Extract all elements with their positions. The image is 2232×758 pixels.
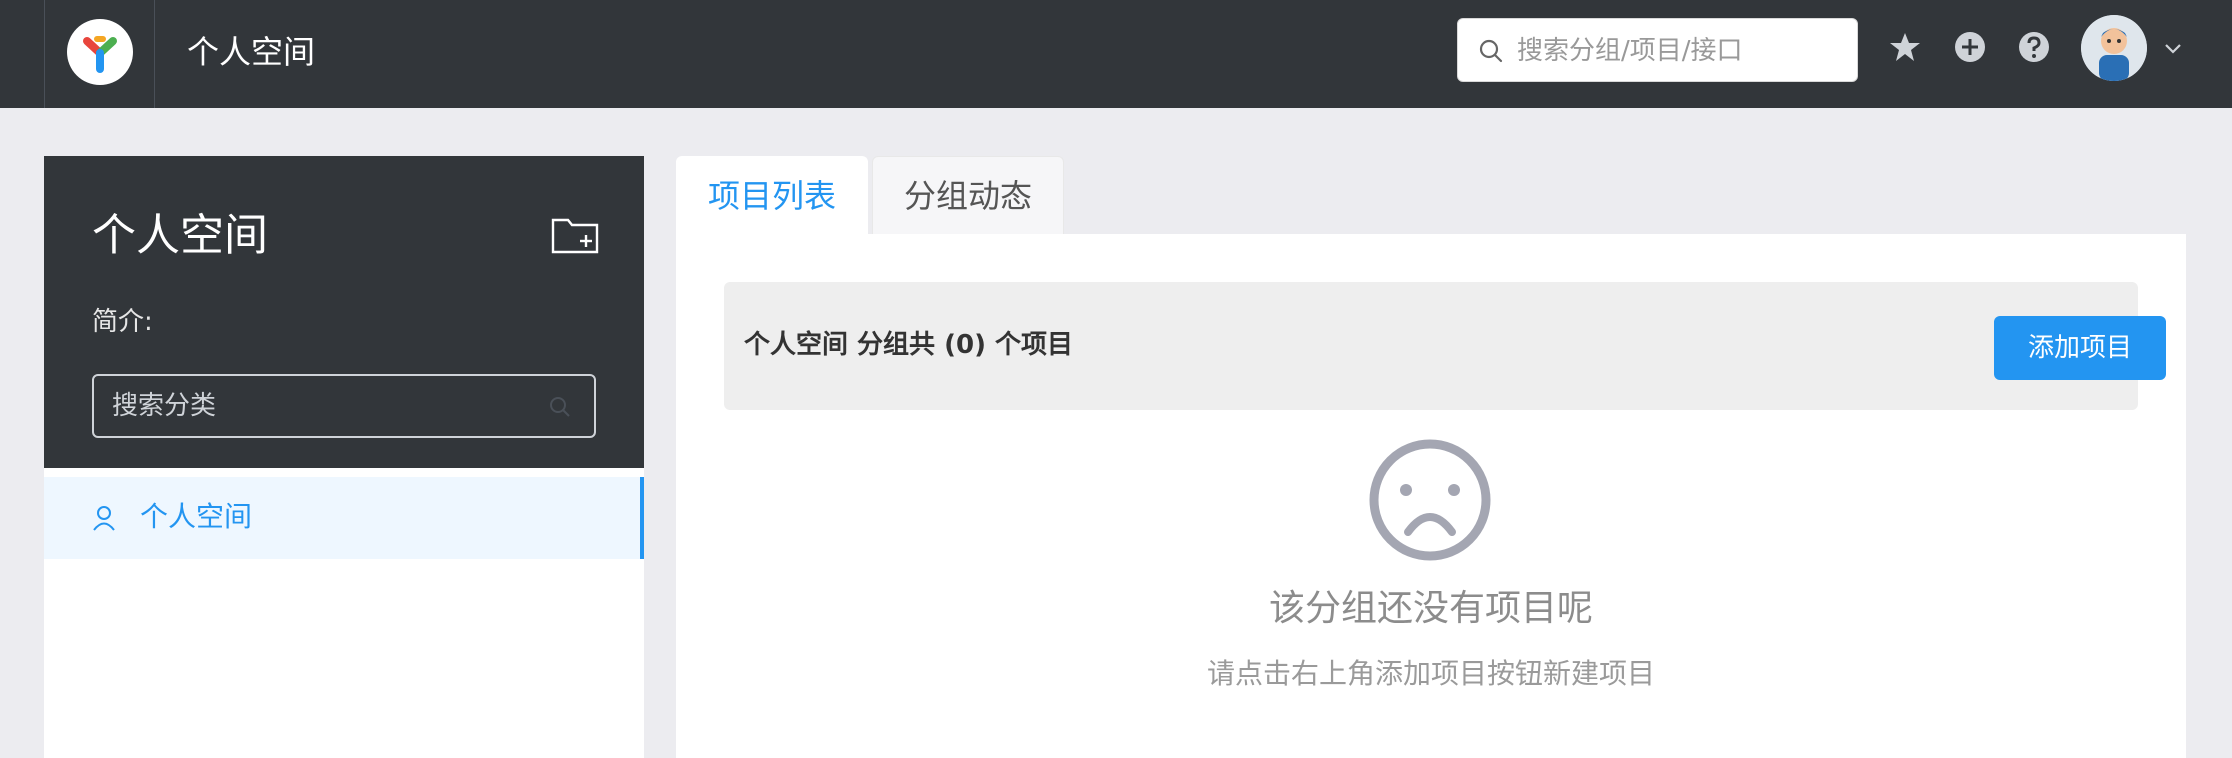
- star-icon[interactable]: [1888, 30, 1922, 64]
- search-icon: [1479, 39, 1503, 63]
- help-icon[interactable]: [2017, 30, 2051, 64]
- avatar[interactable]: [2081, 15, 2147, 81]
- add-circle-icon[interactable]: [1953, 30, 1987, 64]
- group-intro-label: 简介:: [92, 307, 153, 337]
- project-summary-bar: 个人空间 分组共 (0) 个项目 添加项目: [724, 282, 2166, 410]
- empty-state-title: 该分组还没有项目呢: [1268, 588, 1593, 629]
- logo-icon[interactable]: [67, 19, 133, 85]
- group-list: 个人空间: [44, 468, 644, 758]
- project-count-text: 个人空间 分组共 (0) 个项目: [744, 330, 1074, 360]
- add-folder-icon[interactable]: [550, 214, 600, 256]
- group-info-panel: 个人空间 简介: 搜索分类: [44, 156, 644, 468]
- empty-state-subtitle: 请点击右上角添加项目按钮新建项目: [1206, 657, 1655, 690]
- search-icon: [550, 397, 570, 417]
- group-item-personal-space[interactable]: 个人空间: [44, 477, 644, 559]
- group-item-label: 个人空间: [140, 500, 253, 533]
- header-title: 个人空间: [187, 33, 316, 71]
- sad-face-icon: [1369, 439, 1491, 561]
- category-search-input[interactable]: 搜索分类: [92, 374, 596, 438]
- tab-project-list[interactable]: 项目列表: [676, 156, 868, 234]
- top-header: 个人空间 搜索分组/项目/接口: [0, 0, 2232, 108]
- group-title: 个人空间: [92, 210, 268, 261]
- user-icon: [93, 506, 115, 531]
- tab-group-activity[interactable]: 分组动态: [872, 156, 1064, 234]
- chevron-down-icon[interactable]: [2163, 41, 2183, 55]
- logo-container[interactable]: [44, 0, 155, 108]
- search-placeholder: 搜索分组/项目/接口: [1517, 36, 1743, 66]
- add-project-button[interactable]: 添加项目: [1994, 316, 2166, 380]
- category-search-placeholder: 搜索分类: [112, 391, 217, 421]
- global-search-input[interactable]: 搜索分组/项目/接口: [1457, 18, 1858, 82]
- project-list-panel: 个人空间 分组共 (0) 个项目 添加项目 该分组还没有项目呢 请点击右上角添加…: [676, 234, 2186, 758]
